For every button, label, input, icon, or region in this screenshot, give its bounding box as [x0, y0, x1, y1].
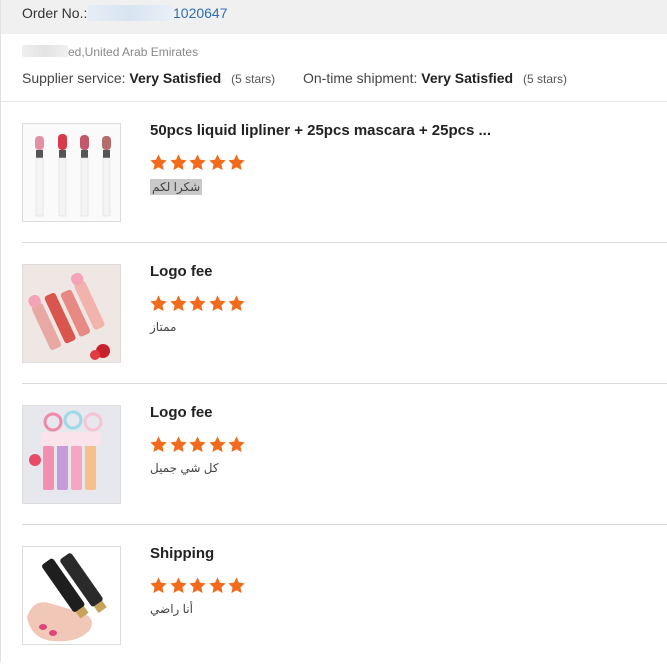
pink-lip-gloss-image[interactable]	[22, 264, 121, 363]
supplier-service-value: Very Satisfied	[129, 70, 222, 86]
item-comment: ممتاز	[150, 320, 177, 334]
star-icon	[208, 294, 227, 313]
item-comment: كل شي جميل	[150, 461, 219, 475]
hand-holding-tubes-image[interactable]	[22, 546, 121, 645]
item-comment: شكرا لكم	[150, 179, 203, 195]
review-item: 50pcs liquid lipliner + 25pcs mascara + …	[1, 102, 667, 243]
star-icon	[188, 153, 207, 172]
order-number-label: Order No.:	[22, 5, 88, 21]
order-header: Order No.: 1020647	[1, 0, 667, 34]
star-icon	[188, 576, 207, 595]
star-icon	[227, 294, 246, 313]
on-time-shipment-stars: (5 stars)	[522, 72, 567, 86]
star-icon	[169, 153, 188, 172]
star-icon	[188, 435, 207, 454]
star-icon	[169, 435, 188, 454]
item-title[interactable]: Shipping	[150, 545, 214, 562]
star-icon	[149, 153, 168, 172]
gradient-lip-gloss-image[interactable]	[22, 405, 121, 504]
star-icon	[227, 153, 246, 172]
on-time-shipment-rating: On-time shipment: Very Satisfied (5 star…	[303, 70, 567, 86]
star-icon	[208, 576, 227, 595]
item-title[interactable]: Logo fee	[150, 263, 213, 280]
item-star-rating	[149, 435, 247, 455]
supplier-service-stars: (5 stars)	[231, 72, 276, 86]
on-time-shipment-label: On-time shipment:	[303, 70, 418, 86]
item-star-rating	[149, 576, 247, 596]
star-icon	[227, 576, 246, 595]
lip-liner-tubes-image[interactable]	[22, 123, 121, 222]
on-time-shipment-value: Very Satisfied	[421, 70, 514, 86]
buyer-location-text: ed,United Arab Emirates	[68, 45, 199, 59]
item-comment: أنا راضي	[150, 602, 193, 616]
review-item: Logo fee كل شي جميل	[1, 384, 667, 525]
supplier-service-rating: Supplier service: Very Satisfied (5 star…	[22, 70, 275, 86]
supplier-service-label: Supplier service:	[22, 70, 126, 86]
star-icon	[149, 294, 168, 313]
buyer-location: ed,United Arab Emirates	[22, 45, 198, 59]
star-icon	[208, 153, 227, 172]
star-icon	[149, 576, 168, 595]
item-star-rating	[149, 294, 247, 314]
item-title[interactable]: 50pcs liquid lipliner + 25pcs mascara + …	[150, 122, 491, 139]
order-number-redaction	[88, 5, 172, 21]
star-icon	[169, 294, 188, 313]
star-icon	[188, 294, 207, 313]
overall-ratings: Supplier service: Very Satisfied (5 star…	[22, 70, 567, 86]
order-number-link[interactable]: 1020647	[173, 5, 228, 21]
star-icon	[227, 435, 246, 454]
star-icon	[208, 435, 227, 454]
star-icon	[169, 576, 188, 595]
item-star-rating	[149, 153, 247, 173]
review-item: Logo fee ممتاز	[1, 243, 667, 384]
star-icon	[149, 435, 168, 454]
review-item: Shipping أنا راضي	[1, 525, 667, 666]
item-title[interactable]: Logo fee	[150, 404, 213, 421]
order-review-panel: Order No.: 1020647 ed,United Arab Emirat…	[0, 0, 667, 662]
location-redaction	[22, 45, 68, 57]
